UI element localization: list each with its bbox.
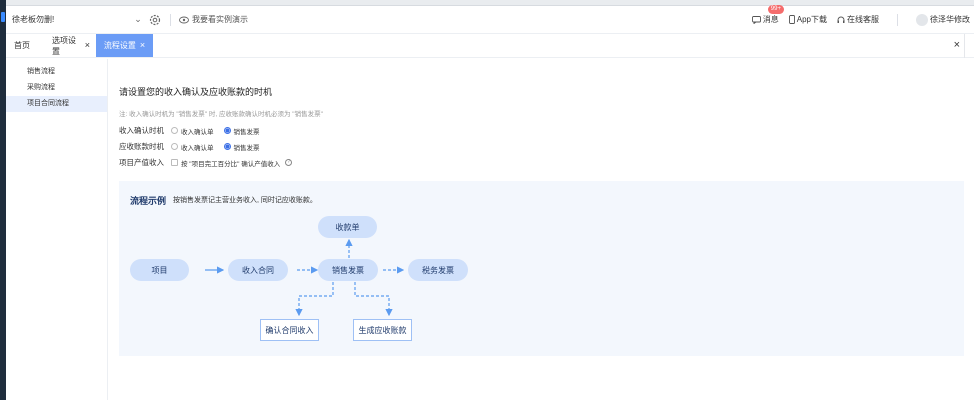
receivable-option-invoice[interactable]: 销售发票	[223, 142, 260, 152]
flow-node-project: 项目	[130, 259, 189, 281]
headset-icon	[837, 16, 845, 23]
tab-label: 选项设置	[52, 35, 76, 56]
flow-node-confirm-revenue: 确认合同收入	[260, 319, 319, 341]
radio-icon[interactable]	[171, 143, 178, 150]
flow-node-receipt: 收款单	[318, 216, 377, 238]
radio-icon[interactable]	[171, 127, 178, 134]
eye-icon	[179, 16, 189, 23]
sidebar-item-project-contract[interactable]: 项目合同流程	[6, 96, 107, 112]
arrow-invoice-receivable	[354, 282, 393, 317]
sidebar-item-purchase[interactable]: 采购流程	[6, 80, 107, 96]
tab-option-settings[interactable]: 选项设置 ×	[44, 34, 96, 57]
close-icon[interactable]: ×	[85, 41, 90, 50]
project-percentage-option[interactable]: 按 "项目完工百分比" 确认产值收入 ?	[171, 158, 293, 168]
divider	[897, 13, 898, 26]
company-name[interactable]: 徐老板勿删!	[12, 14, 132, 25]
checkbox[interactable]	[171, 159, 178, 166]
sidebar: 销售流程 采购流程 项目合同流程	[6, 59, 108, 400]
row-label: 应收账款时机	[119, 142, 164, 151]
checkbox-label: 按 "项目完工百分比" 确认产值收入	[181, 160, 281, 168]
avatar-icon	[916, 13, 928, 26]
close-icon[interactable]: ×	[140, 41, 145, 50]
app-download-button[interactable]: App下载	[788, 14, 827, 25]
revenue-timing-row: 收入确认时机 收入确认单 销售发票	[119, 125, 270, 136]
revenue-option-confirm[interactable]: 收入确认单	[171, 126, 214, 136]
messages-label: 消息	[762, 15, 779, 24]
flow-node-invoice: 销售发票	[318, 259, 378, 281]
flow-node-tax-invoice: 税务发票	[408, 259, 468, 281]
radio-checked-icon[interactable]	[223, 127, 231, 134]
top-bar: 徐老板勿删! ⌄ 我要看实例演示 消息 99+ App下载 在线客服 徐泽华修改	[6, 5, 974, 34]
option-label: 销售发票	[233, 144, 260, 152]
sidebar-item-sales[interactable]: 销售流程	[6, 64, 107, 80]
tab-bar: 首页 选项设置 × 流程设置 × ×	[6, 34, 974, 58]
tab-home[interactable]: 首页	[6, 34, 44, 57]
user-name: 徐泽华修改	[930, 15, 970, 24]
chevron-down-icon[interactable]: ⌄	[132, 14, 144, 25]
rail-active-marker	[1, 12, 5, 22]
demo-label: 我要看实例演示	[192, 15, 248, 24]
main-content: 请设置您的收入确认及应收账款的时机 注: 收入确认时机为 "销售发票" 时, 应…	[109, 59, 974, 400]
app-download-label: App下载	[796, 15, 827, 24]
flow-node-contract: 收入合同	[228, 259, 288, 281]
option-label: 销售发票	[233, 128, 260, 136]
phone-icon	[788, 15, 795, 24]
receivable-option-confirm[interactable]: 收入确认单	[171, 142, 214, 152]
close-all-tabs-icon[interactable]: ×	[954, 39, 960, 51]
flow-node-receivable: 生成应收账款	[353, 319, 412, 341]
demo-link[interactable]: 我要看实例演示	[179, 14, 248, 25]
tab-process-settings[interactable]: 流程设置 ×	[96, 34, 153, 57]
page-title: 请设置您的收入确认及应收账款的时机	[119, 87, 273, 97]
row-label: 收入确认时机	[119, 126, 164, 135]
tab-label: 首页	[14, 41, 30, 50]
top-right-tools: 消息 99+ App下载 在线客服 徐泽华修改	[751, 5, 974, 26]
message-icon	[751, 15, 761, 24]
divider	[170, 13, 171, 26]
revenue-option-invoice[interactable]: 销售发票	[223, 126, 260, 136]
tab-scroll-handle[interactable]	[964, 34, 974, 58]
gear-icon[interactable]	[148, 13, 162, 27]
tab-label: 流程设置	[103, 41, 136, 50]
hint-note: 注: 收入确认时机为 "销售发票" 时, 应收账款确认时机必须为 "销售发票"	[119, 111, 323, 118]
user-menu[interactable]: 徐泽华修改	[916, 13, 970, 26]
receivable-timing-row: 应收账款时机 收入确认单 销售发票	[119, 141, 270, 152]
option-label: 收入确认单	[181, 128, 214, 136]
option-label: 收入确认单	[181, 144, 214, 152]
online-support-label: 在线客服	[847, 15, 879, 24]
message-count-badge: 99+	[767, 5, 784, 14]
arrow-invoice-confirm	[295, 282, 334, 317]
project-revenue-row: 项目产值收入 按 "项目完工百分比" 确认产值收入 ?	[119, 157, 302, 168]
messages-button[interactable]: 消息 99+	[751, 5, 784, 25]
help-icon[interactable]: ?	[285, 159, 293, 166]
row-label: 项目产值收入	[119, 158, 164, 167]
flow-example-panel: 流程示例 按销售发票记主营业务收入, 同时记应收账款。 项目 收入合同 销售发票…	[119, 181, 964, 356]
radio-checked-icon[interactable]	[223, 143, 231, 150]
online-support-button[interactable]: 在线客服	[837, 14, 879, 25]
